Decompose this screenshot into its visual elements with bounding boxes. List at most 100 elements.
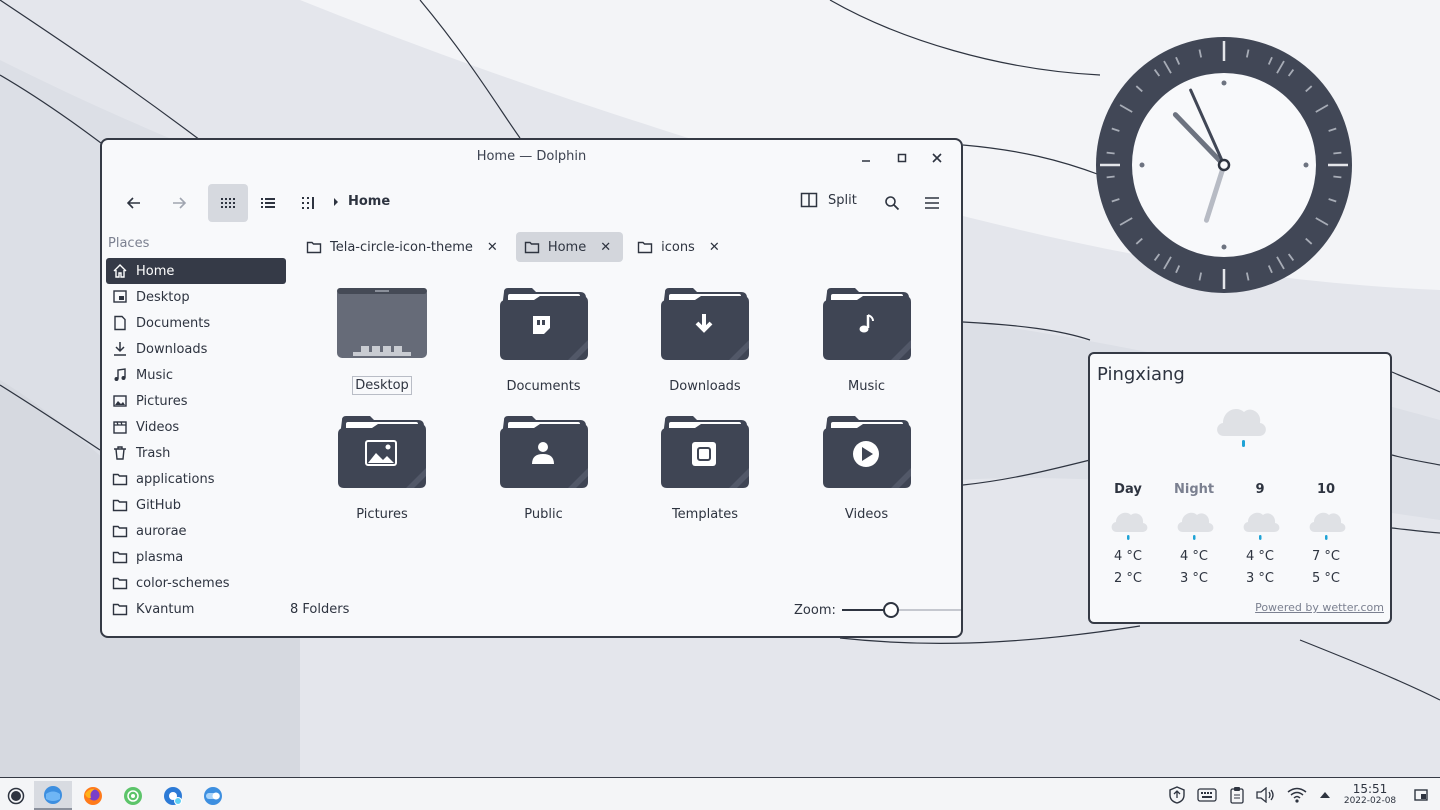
- folder-item-pictures[interactable]: Pictures: [312, 416, 452, 523]
- digital-clock[interactable]: 15:51 2022-02-08: [1340, 783, 1400, 807]
- tab-close-icon[interactable]: ✕: [487, 240, 498, 255]
- places-item-documents[interactable]: Documents: [106, 310, 286, 336]
- dolphin-icon: [44, 785, 62, 804]
- folder-item-label: Videos: [844, 507, 889, 522]
- details-view-button[interactable]: [248, 184, 288, 222]
- places-item-github[interactable]: GitHub: [106, 492, 286, 518]
- zoom-slider[interactable]: [841, 602, 961, 618]
- tab-label: Tela-circle-icon-theme: [330, 239, 473, 255]
- folder-item-documents[interactable]: Documents: [474, 288, 614, 395]
- places-item-desktop[interactable]: Desktop: [106, 284, 286, 310]
- places-item-color-schemes[interactable]: color-schemes: [106, 570, 286, 596]
- zoom-slider-handle[interactable]: [883, 602, 900, 618]
- clock-tick: [1333, 175, 1342, 179]
- folder-item-videos[interactable]: Videos: [797, 416, 937, 523]
- rain-cloud-icon: [1243, 512, 1280, 540]
- taskbar-app-toggle[interactable]: [194, 781, 232, 810]
- home-icon: [113, 264, 127, 278]
- show-desktop-button[interactable]: [1411, 785, 1431, 805]
- taskbar-app-blue[interactable]: [154, 781, 192, 810]
- forecast-temp-high: 4 °C: [1180, 549, 1208, 564]
- tab-home[interactable]: Home ✕: [515, 232, 624, 262]
- forward-button[interactable]: [159, 184, 199, 222]
- places-item-plasma[interactable]: plasma: [106, 544, 286, 570]
- split-view-icon: [800, 192, 818, 208]
- search-icon: [885, 196, 900, 211]
- places-item-label: Music: [136, 367, 173, 383]
- forecast-column: Night 4 °C 3 °C: [1174, 482, 1214, 590]
- tray-clipboard[interactable]: [1227, 785, 1247, 805]
- taskbar-firefox[interactable]: [74, 781, 112, 810]
- tab-close-icon[interactable]: ✕: [600, 240, 611, 255]
- close-button[interactable]: [927, 148, 947, 168]
- forecast-period: Night: [1174, 482, 1215, 497]
- folder-icon: [112, 473, 128, 486]
- tray-network[interactable]: [1287, 785, 1307, 805]
- folder-icon: [524, 241, 540, 254]
- tray-volume[interactable]: [1256, 785, 1276, 805]
- hamburger-menu-button[interactable]: [912, 184, 952, 222]
- places-item-label: Downloads: [136, 341, 208, 357]
- clock-time: 15:51: [1352, 782, 1388, 796]
- wifi-icon: [1287, 787, 1307, 803]
- tab-icons[interactable]: icons ✕: [629, 232, 732, 262]
- forecast-row: Day 4 °C 2 °C Night 4 °C 3 °C 9 4 °C 3 °C 10 7 °C 5…: [1108, 482, 1346, 590]
- tray-keyboard[interactable]: [1197, 785, 1217, 805]
- places-item-label: plasma: [136, 549, 184, 565]
- places-item-pictures[interactable]: Pictures: [106, 388, 286, 414]
- breadcrumb-current[interactable]: Home: [348, 194, 390, 209]
- forecast-temp-high: 7 °C: [1312, 549, 1340, 564]
- clock-hour-dot: [1221, 244, 1227, 250]
- places-item-videos[interactable]: Videos: [106, 414, 286, 440]
- folder-item-templates[interactable]: Templates: [635, 416, 775, 523]
- tab-tela-circle-icon-theme[interactable]: Tela-circle-icon-theme ✕: [298, 232, 510, 262]
- clipboard-icon: [1230, 787, 1244, 804]
- tray-expand[interactable]: [1315, 785, 1335, 805]
- chevron-right-icon: [334, 197, 338, 206]
- compact-view-button[interactable]: [288, 184, 328, 222]
- show-desktop-icon: [1414, 789, 1428, 801]
- toolbar: Home Split: [102, 184, 961, 222]
- places-item-home[interactable]: Home: [106, 258, 286, 284]
- places-item-label: Home: [136, 263, 175, 279]
- folder-item-label: Templates: [671, 507, 739, 522]
- minimize-button[interactable]: [856, 148, 876, 168]
- folder-item-public[interactable]: Public: [474, 416, 614, 523]
- volume-icon: [1256, 787, 1274, 803]
- places-item-aurorae[interactable]: aurorae: [106, 518, 286, 544]
- taskbar-dolphin[interactable]: [34, 781, 72, 810]
- tray-security[interactable]: [1167, 785, 1187, 805]
- places-item-label: Videos: [136, 419, 180, 435]
- places-item-downloads[interactable]: Downloads: [106, 336, 286, 362]
- icons-view-button[interactable]: [208, 184, 248, 222]
- list-view-icon: [261, 198, 275, 208]
- places-item-trash[interactable]: Trash: [106, 440, 286, 466]
- videos-folder-icon: [822, 416, 911, 488]
- tab-close-icon[interactable]: ✕: [709, 240, 720, 255]
- taskbar-app-green[interactable]: [114, 781, 152, 810]
- weather-widget: Pingxiang Day 4 °C 2 °C Night 4 °C 3 °C 9 4 °C 3…: [1088, 352, 1392, 624]
- chevron-up-icon: [1320, 792, 1330, 798]
- places-item-kvantum[interactable]: Kvantum: [106, 596, 286, 622]
- places-item-music[interactable]: Music: [106, 362, 286, 388]
- maximize-button[interactable]: [892, 148, 912, 168]
- folder-icon: [112, 525, 128, 538]
- folder-item-music[interactable]: Music: [797, 288, 937, 395]
- forecast-temp-high: 4 °C: [1246, 549, 1274, 564]
- document-icon: [114, 315, 126, 331]
- search-button[interactable]: [872, 184, 912, 222]
- clock-tick: [1333, 151, 1342, 155]
- back-button[interactable]: [114, 184, 154, 222]
- title-bar[interactable]: Home — Dolphin: [102, 140, 961, 176]
- breadcrumb[interactable]: Home: [332, 194, 390, 209]
- application-launcher[interactable]: [0, 781, 32, 810]
- rain-cloud-icon: [1177, 512, 1214, 540]
- split-button[interactable]: Split: [800, 192, 857, 208]
- folder-item-desktop[interactable]: Desktop: [312, 288, 452, 395]
- places-item-applications[interactable]: applications: [106, 466, 286, 492]
- public-folder-icon: [499, 416, 588, 488]
- weather-credit-link[interactable]: Powered by wetter.com: [1255, 601, 1384, 614]
- arrow-right-icon: [173, 197, 187, 209]
- forecast-column: 9 4 °C 3 °C: [1240, 482, 1280, 590]
- folder-item-downloads[interactable]: Downloads: [635, 288, 775, 395]
